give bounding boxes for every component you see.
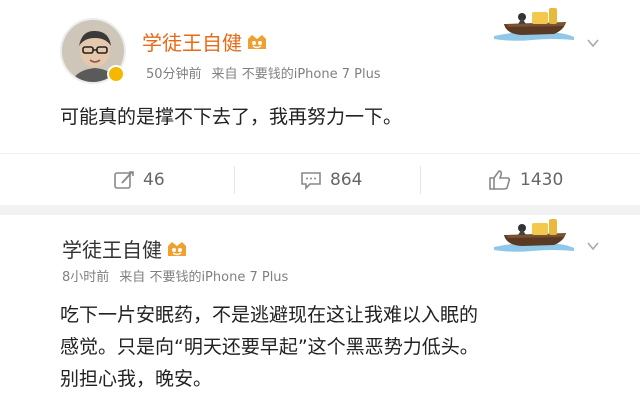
like-count: 1430 [520,170,564,190]
repost-count: 46 [143,170,165,190]
action-bar: 46 864 1430 [0,153,640,206]
comment-count: 864 [330,170,363,190]
content-line: 感觉。只是向“明天还要早起”这个黑恶势力低头。 [60,336,479,358]
author-name[interactable]: 学徒王自健 [142,27,268,58]
boat-icon [492,213,576,263]
chevron-down-icon[interactable] [586,239,600,253]
source-prefix: 来自 [211,67,238,82]
source-device[interactable]: 不要钱的iPhone 7 Plus [149,270,288,285]
like-button[interactable]: 1430 [488,154,563,206]
member-badge-icon [246,33,268,58]
post-meta: 50分钟前 来自 不要钱的iPhone 7 Plus [146,63,381,82]
repost-icon [114,171,134,189]
comment-button[interactable]: 864 [300,154,362,206]
content-line: 吃下一片安眠药，不是逃避现在这让我难以入眠的 [60,304,479,326]
post-content: 吃下一片安眠药，不是逃避现在这让我难以入眠的 感觉。只是向“明天还要早起”这个黑… [60,299,479,395]
content-line: 可能真的是撑不下去了，我再努力一下。 [60,106,403,128]
post-time: 8小时前 [62,270,110,285]
chevron-down-icon[interactable] [586,36,600,50]
source-device[interactable]: 不要钱的iPhone 7 Plus [242,67,381,82]
member-badge-icon [166,240,188,265]
content-line: 别担心我，晚安。 [60,368,213,390]
weibo-post-2: 学徒王自健 8小时前 来自 不要钱的iPhone 7 Plus 吃下一片安眠药，不… [0,215,640,412]
source-prefix: 来自 [119,270,146,285]
post-content: 可能真的是撑不下去了，我再努力一下。 [60,101,402,133]
author-name[interactable]: 学徒王自健 [62,234,188,265]
post-meta: 8小时前 来自 不要钱的iPhone 7 Plus [62,266,288,285]
weibo-post-1: 学徒王自健 50分钟前 来自 不要钱的iPhone 7 Plus 可能真的是撑不下… [0,0,640,215]
verified-badge [107,65,125,83]
like-icon [489,170,511,190]
post-time: 50分钟前 [146,67,202,82]
comment-icon [301,172,321,190]
boat-icon [492,2,576,52]
repost-button[interactable]: 46 [113,154,165,206]
